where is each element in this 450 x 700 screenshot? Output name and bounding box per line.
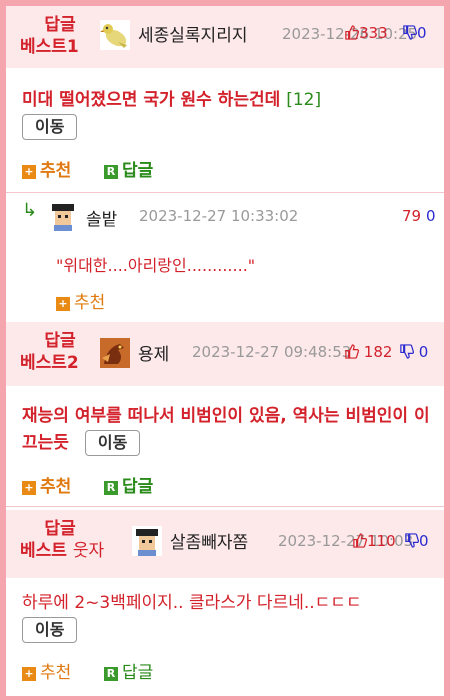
badge-line2: 베스트1 (20, 37, 79, 57)
downvote-count[interactable]: 0 (399, 343, 428, 361)
recommend-label: 추천 (40, 663, 72, 683)
downvote-count[interactable]: 0 (402, 24, 427, 42)
downvote-count[interactable]: 0 (404, 532, 429, 550)
plus-icon: + (56, 297, 70, 311)
best-badge: 답글 베스트2 (20, 330, 100, 374)
badge-line2: 베스트2 (20, 353, 79, 373)
post-title[interactable]: 재능의 여부를 떠나서 비범인이 있음, 역사는 비범인이 이끄는듯 이동 (22, 403, 432, 457)
recommend-button[interactable]: + 추천 (22, 472, 71, 497)
post-title-text: 재능의 여부를 떠나서 비범인이 있음, 역사는 비범인이 이끄는듯 (22, 406, 430, 453)
post-title[interactable]: 미대 떨어졌으면 국가 원수 하는건데 [12] 이동 (22, 87, 432, 141)
bird-avatar-icon[interactable] (100, 20, 130, 50)
move-button[interactable]: 이동 (84, 430, 141, 456)
reply-button[interactable]: R 답글 (104, 156, 153, 181)
comment-username[interactable]: 솔밭 (86, 205, 117, 230)
reply-label: 답글 (122, 161, 154, 181)
move-button[interactable]: 이동 (22, 114, 78, 140)
username[interactable]: 세종실록지리지 (138, 21, 247, 46)
divider (6, 506, 444, 507)
reply-r-icon: R (104, 481, 118, 495)
post-date: 2023-12-27 09:48:53 (192, 343, 352, 361)
best-badge: 답글 베스트 웃자 (20, 518, 130, 562)
post-title-text: 하루에 2~3백페이지.. 클라스가 다르네..ㄷㄷㄷ (22, 593, 362, 613)
post-header: 답글 베스트 웃자 살좀빼자쫌 2023-12-27 10:03 110 0 (6, 510, 444, 578)
dragon-avatar-icon[interactable] (100, 338, 130, 368)
upvote-value: 333 (359, 24, 388, 42)
comment-downvote-count[interactable]: 0 (426, 207, 436, 225)
plus-icon: + (22, 481, 36, 495)
move-button[interactable]: 이동 (22, 617, 78, 643)
comment-upvote-count[interactable]: 79 (402, 207, 421, 225)
comment-recommend-button[interactable]: + 추천 (56, 288, 105, 313)
downvote-value: 0 (418, 343, 429, 361)
thumbs-down-icon (400, 344, 414, 359)
badge-line1: 답글 (44, 331, 76, 351)
thumbs-down-icon (405, 533, 419, 548)
recommend-button[interactable]: + 추천 (22, 156, 71, 181)
badge-line1: 답글 (44, 519, 76, 539)
recommend-label: 추천 (40, 477, 72, 497)
post-header: 답글 베스트1 세종실록지리지 2023-12-26 10:25 333 0 (6, 6, 444, 68)
badge-category: 웃자 (72, 541, 105, 561)
comment-recommend-label: 추천 (74, 293, 106, 313)
thumbs-up-icon (353, 533, 367, 548)
scholar-avatar-icon[interactable] (48, 201, 78, 231)
comment-text: "위대한....아리랑인............" (56, 256, 256, 275)
plus-icon: + (22, 667, 36, 681)
upvote-value: 110 (367, 532, 396, 550)
reply-r-icon: R (104, 667, 118, 681)
upvote-count[interactable]: 182 (344, 343, 392, 361)
thumbs-down-icon (403, 25, 417, 40)
reply-arrow-icon: ↳ (22, 200, 38, 221)
comment-date: 2023-12-27 10:33:02 (139, 207, 299, 225)
post-title[interactable]: 하루에 2~3백페이지.. 클라스가 다르네..ㄷㄷㄷ 이동 (22, 590, 432, 644)
reply-button[interactable]: R 답글 (104, 472, 153, 497)
scholar-avatar-icon[interactable] (132, 526, 162, 556)
recommend-button[interactable]: + 추천 (22, 658, 71, 683)
upvote-count[interactable]: 333 (344, 24, 388, 42)
username[interactable]: 용제 (138, 340, 169, 365)
downvote-value: 0 (419, 532, 429, 550)
best-badge: 답글 베스트1 (20, 14, 100, 58)
plus-icon: + (22, 165, 36, 179)
best-replies-panel: 답글 베스트1 세종실록지리지 2023-12-26 10:25 333 0 미… (6, 6, 444, 696)
post-title-text: 미대 떨어졌으면 국가 원수 하는건데 (22, 90, 281, 110)
reply-label: 답글 (122, 477, 154, 497)
comment-count: [12] (286, 90, 322, 110)
thumbs-up-icon (345, 344, 359, 359)
thumbs-up-icon (345, 25, 359, 40)
upvote-count[interactable]: 110 (352, 532, 396, 550)
username[interactable]: 살좀빼자쫌 (170, 528, 248, 553)
badge-line1: 답글 (44, 15, 76, 35)
recommend-label: 추천 (40, 161, 72, 181)
reply-label: 답글 (122, 663, 154, 683)
reply-r-icon: R (104, 165, 118, 179)
reply-button[interactable]: R 답글 (104, 658, 153, 683)
upvote-value: 182 (363, 343, 393, 361)
badge-line2: 베스트 (20, 541, 67, 561)
divider (6, 192, 444, 193)
post-header: 답글 베스트2 용제 2023-12-27 09:48:53 182 0 (6, 322, 444, 386)
downvote-value: 0 (417, 24, 427, 42)
